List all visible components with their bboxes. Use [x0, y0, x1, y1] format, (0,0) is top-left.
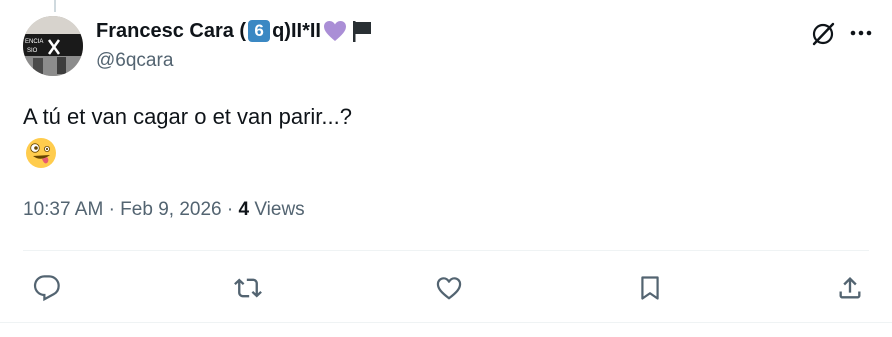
tweet-meta: 10:37 AM · Feb 9, 2026 · 4 Views: [23, 199, 305, 221]
tweet-time[interactable]: 10:37 AM: [23, 199, 103, 220]
meta-separator: ·: [108, 199, 121, 220]
author-name-suffix[interactable]: q)II*II: [272, 20, 321, 43]
tweet-date[interactable]: Feb 9, 2026: [120, 199, 221, 220]
retweet-icon: [234, 278, 262, 298]
avatar-photo: ENCIA SIO: [23, 16, 83, 76]
retweet-button[interactable]: [226, 266, 270, 310]
author-display-name[interactable]: Francesc Cara (: [96, 20, 246, 43]
views-label[interactable]: Views: [254, 199, 304, 220]
svg-text:ENCIA: ENCIA: [25, 39, 43, 45]
avatar[interactable]: ENCIA SIO: [23, 16, 83, 76]
like-icon: [436, 277, 462, 300]
action-bar: [0, 266, 892, 310]
reply-button[interactable]: [25, 266, 69, 310]
bookmark-button[interactable]: [628, 266, 672, 310]
zany-face-icon: [26, 138, 56, 168]
like-button[interactable]: [427, 266, 471, 310]
tweet-text: A tú et van cagar o et van parir...?: [23, 104, 352, 129]
grok-icon[interactable]: [810, 21, 836, 47]
bookmark-icon: [641, 276, 659, 300]
purple-heart-icon: [323, 21, 346, 41]
meta-separator: ·: [226, 199, 239, 220]
thread-connector-line: [54, 0, 56, 12]
share-button[interactable]: [828, 266, 872, 310]
svg-text:SIO: SIO: [27, 48, 38, 54]
share-icon: [839, 277, 861, 299]
divider: [0, 322, 892, 323]
reply-icon: [33, 275, 60, 302]
black-flag-icon: [352, 21, 371, 42]
author-name-row[interactable]: Francesc Cara ( 6 q)II*II: [96, 17, 892, 45]
views-count[interactable]: 4: [238, 199, 249, 220]
tweet-header: Francesc Cara ( 6 q)II*II @6qcara: [96, 17, 892, 77]
keycap-6-emoji: 6: [248, 20, 271, 42]
divider: [23, 250, 869, 251]
more-icon[interactable]: [850, 29, 872, 37]
author-handle[interactable]: @6qcara: [96, 50, 892, 72]
